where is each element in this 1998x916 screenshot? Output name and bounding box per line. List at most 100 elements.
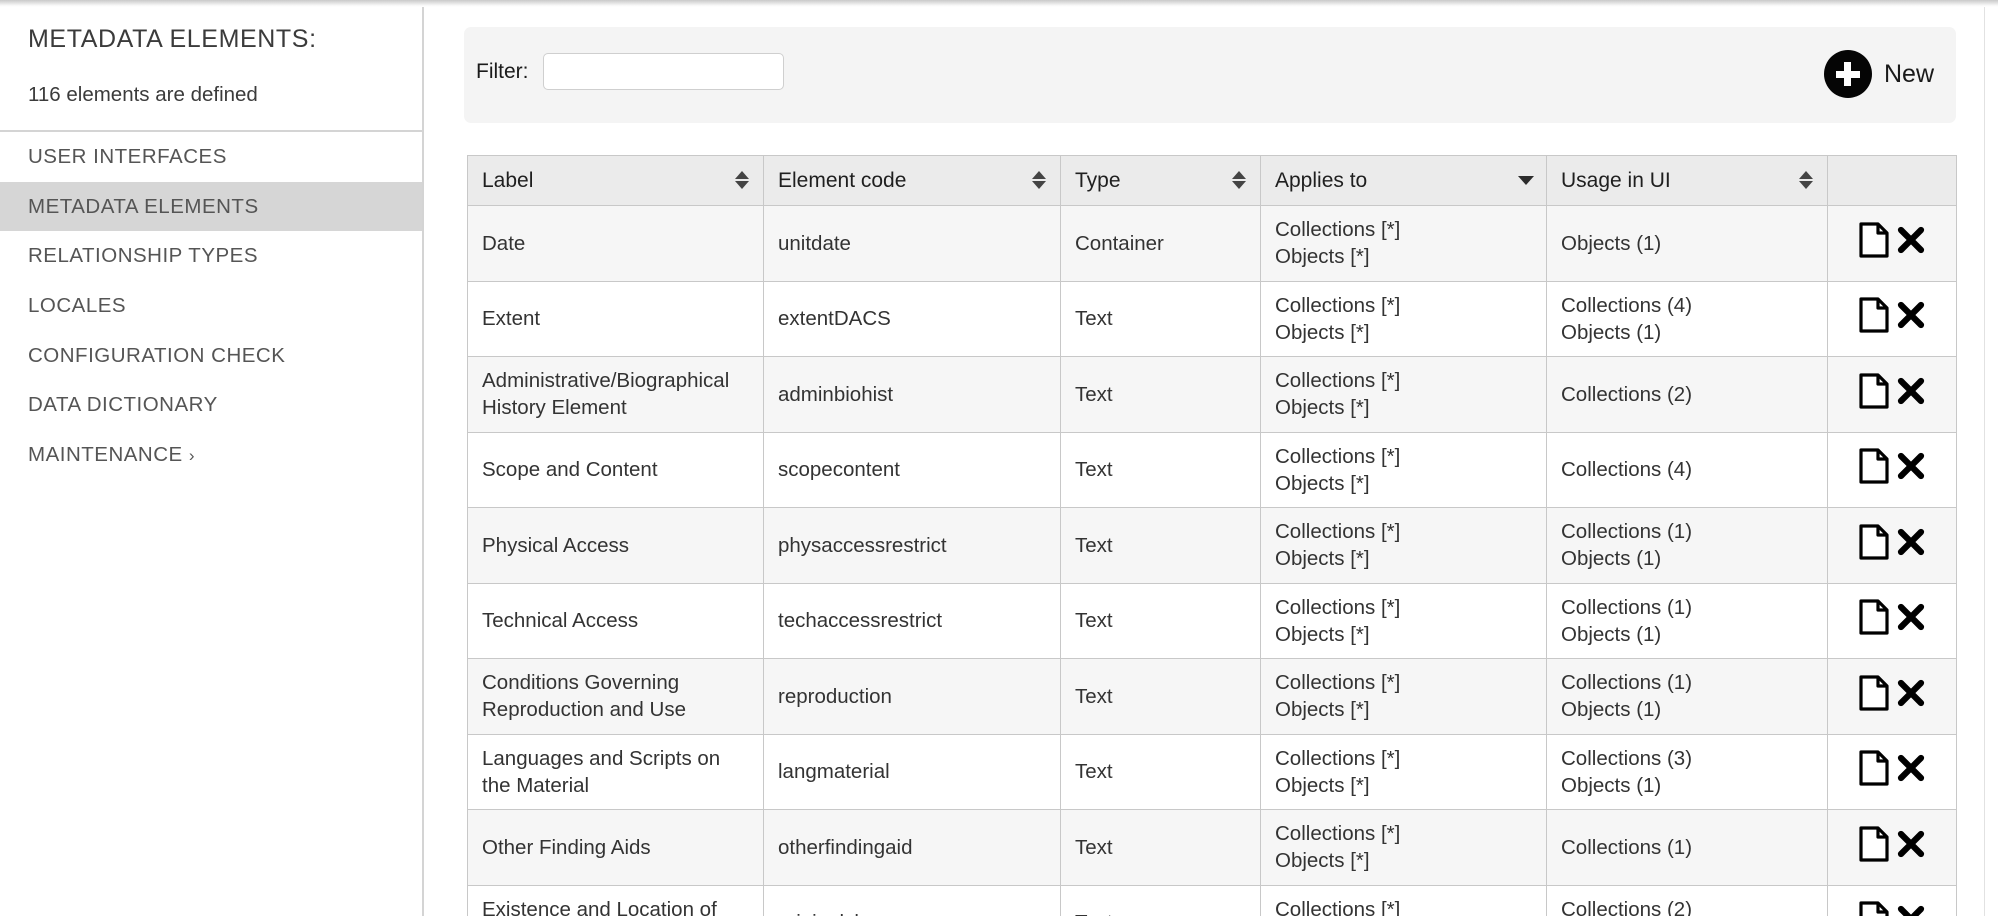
sidebar-item-label: METADATA ELEMENTS xyxy=(28,195,259,218)
cell-label: Administrative/Biographical History Elem… xyxy=(468,357,764,433)
vertical-scrollbar[interactable] xyxy=(1984,0,1998,916)
main-content: Filter: New Label Element code Type Applies… xyxy=(426,0,1986,916)
cell-actions xyxy=(1828,583,1957,659)
close-x-icon[interactable] xyxy=(1896,753,1926,790)
sidebar-item-user-interfaces[interactable]: USER INTERFACES xyxy=(0,132,422,182)
sidebar-item-data-dictionary[interactable]: DATA DICTIONARY xyxy=(0,380,422,430)
cell-applies-to: Collections [*] Objects [*] xyxy=(1261,281,1547,357)
cell-element-code: unitdate xyxy=(764,206,1061,282)
column-header-label: Label xyxy=(482,167,533,195)
document-icon[interactable] xyxy=(1859,675,1889,718)
cell-applies-to: Collections [*] Objects [*] xyxy=(1261,734,1547,810)
filter-triangle-icon[interactable] xyxy=(1518,169,1532,191)
table-row[interactable]: Existence and Location of Originalsorigi… xyxy=(468,885,1957,916)
table-header-row: Label Element code Type Applies to Usage in … xyxy=(468,156,1957,206)
sidebar-item-locales[interactable]: LOCALES xyxy=(0,281,422,331)
cell-label: Date xyxy=(468,206,764,282)
cell-actions xyxy=(1828,206,1957,282)
row-action-group xyxy=(1842,901,1942,916)
element-count-text: 116 elements are defined xyxy=(28,84,422,107)
sidebar: METADATA ELEMENTS: 116 elements are defi… xyxy=(0,0,424,916)
table-row[interactable]: Administrative/Biographical History Elem… xyxy=(468,357,1957,433)
column-header-inner: Applies to xyxy=(1275,167,1532,195)
cell-applies-to: Collections [*] Objects [*] xyxy=(1261,583,1547,659)
sidebar-item-label: DATA DICTIONARY xyxy=(28,393,218,416)
row-action-group xyxy=(1842,373,1942,416)
sort-arrows-icon[interactable] xyxy=(1232,169,1246,191)
cell-usage-in-ui: Collections (1) xyxy=(1547,810,1828,886)
document-icon[interactable] xyxy=(1859,599,1889,642)
close-x-icon[interactable] xyxy=(1896,602,1926,639)
document-icon[interactable] xyxy=(1859,297,1889,340)
table-row[interactable]: Languages and Scripts on the Materiallan… xyxy=(468,734,1957,810)
close-x-icon[interactable] xyxy=(1896,225,1926,262)
sort-arrows-icon[interactable] xyxy=(735,169,749,191)
close-x-icon[interactable] xyxy=(1896,527,1926,564)
filter-group: Filter: xyxy=(476,53,784,90)
cell-element-code: langmaterial xyxy=(764,734,1061,810)
table-row[interactable]: DateunitdateContainerCollections [*] Obj… xyxy=(468,206,1957,282)
close-x-icon[interactable] xyxy=(1896,300,1926,337)
plus-circle-icon xyxy=(1824,50,1872,98)
cell-type: Text xyxy=(1061,583,1261,659)
cell-element-code: extentDACS xyxy=(764,281,1061,357)
document-icon[interactable] xyxy=(1859,448,1889,491)
sidebar-header: METADATA ELEMENTS: 116 elements are defi… xyxy=(0,0,422,132)
row-action-group xyxy=(1842,222,1942,265)
add-new-button[interactable]: New xyxy=(1818,49,1940,99)
table-row[interactable]: Other Finding AidsotherfindingaidTextCol… xyxy=(468,810,1957,886)
close-x-icon[interactable] xyxy=(1896,829,1926,866)
close-x-icon[interactable] xyxy=(1896,904,1926,916)
column-header-usage-in-ui[interactable]: Usage in UI xyxy=(1547,156,1828,206)
document-icon[interactable] xyxy=(1859,750,1889,793)
table-row[interactable]: Scope and ContentscopecontentTextCollect… xyxy=(468,432,1957,508)
column-header-type[interactable]: Type xyxy=(1061,156,1261,206)
search-input[interactable] xyxy=(543,53,784,90)
close-x-icon[interactable] xyxy=(1896,451,1926,488)
table-row[interactable]: Technical AccesstechaccessrestrictTextCo… xyxy=(468,583,1957,659)
filter-label: Filter: xyxy=(476,60,529,84)
sidebar-item-metadata-elements[interactable]: METADATA ELEMENTS xyxy=(0,182,422,232)
cell-applies-to: Collections [*] Objects [*] xyxy=(1261,810,1547,886)
cell-element-code: physaccessrestrict xyxy=(764,508,1061,584)
sort-arrows-icon[interactable] xyxy=(1799,169,1813,191)
row-action-group xyxy=(1842,448,1942,491)
sidebar-item-relationship-types[interactable]: RELATIONSHIP TYPES xyxy=(0,231,422,281)
cell-actions xyxy=(1828,508,1957,584)
cell-element-code: adminbiohist xyxy=(764,357,1061,433)
document-icon[interactable] xyxy=(1859,373,1889,416)
close-x-icon[interactable] xyxy=(1896,376,1926,413)
cell-type: Text xyxy=(1061,734,1261,810)
cell-element-code: scopecontent xyxy=(764,432,1061,508)
column-header-actions xyxy=(1828,156,1957,206)
table-row[interactable]: Conditions Governing Reproduction and Us… xyxy=(468,659,1957,735)
document-icon[interactable] xyxy=(1859,524,1889,567)
document-icon[interactable] xyxy=(1859,222,1889,265)
column-header-label[interactable]: Label xyxy=(468,156,764,206)
cell-type: Text xyxy=(1061,281,1261,357)
cell-type: Text xyxy=(1061,357,1261,433)
sidebar-item-configuration-check[interactable]: CONFIGURATION CHECK xyxy=(0,331,422,381)
column-header-element-code[interactable]: Element code xyxy=(764,156,1061,206)
cell-label: Physical Access xyxy=(468,508,764,584)
cell-actions xyxy=(1828,432,1957,508)
cell-type: Text xyxy=(1061,432,1261,508)
document-icon[interactable] xyxy=(1859,826,1889,869)
column-header-label: Element code xyxy=(778,167,906,195)
table-body: DateunitdateContainerCollections [*] Obj… xyxy=(468,206,1957,916)
cell-applies-to: Collections [*] Objects [*] xyxy=(1261,659,1547,735)
sort-arrows-icon[interactable] xyxy=(1032,169,1046,191)
cell-label: Languages and Scripts on the Material xyxy=(468,734,764,810)
row-action-group xyxy=(1842,675,1942,718)
column-header-applies-to[interactable]: Applies to xyxy=(1261,156,1547,206)
table-row[interactable]: Physical AccessphysaccessrestrictTextCol… xyxy=(468,508,1957,584)
table-row[interactable]: ExtentextentDACSTextCollections [*] Obje… xyxy=(468,281,1957,357)
close-x-icon[interactable] xyxy=(1896,678,1926,715)
add-new-label: New xyxy=(1884,60,1934,89)
sidebar-item-label: USER INTERFACES xyxy=(28,145,227,168)
cell-actions xyxy=(1828,885,1957,916)
cell-actions xyxy=(1828,810,1957,886)
document-icon[interactable] xyxy=(1859,901,1889,916)
sidebar-nav: USER INTERFACES METADATA ELEMENTS RELATION… xyxy=(0,132,422,479)
sidebar-item-maintenance[interactable]: MAINTENANCE › xyxy=(0,430,422,480)
